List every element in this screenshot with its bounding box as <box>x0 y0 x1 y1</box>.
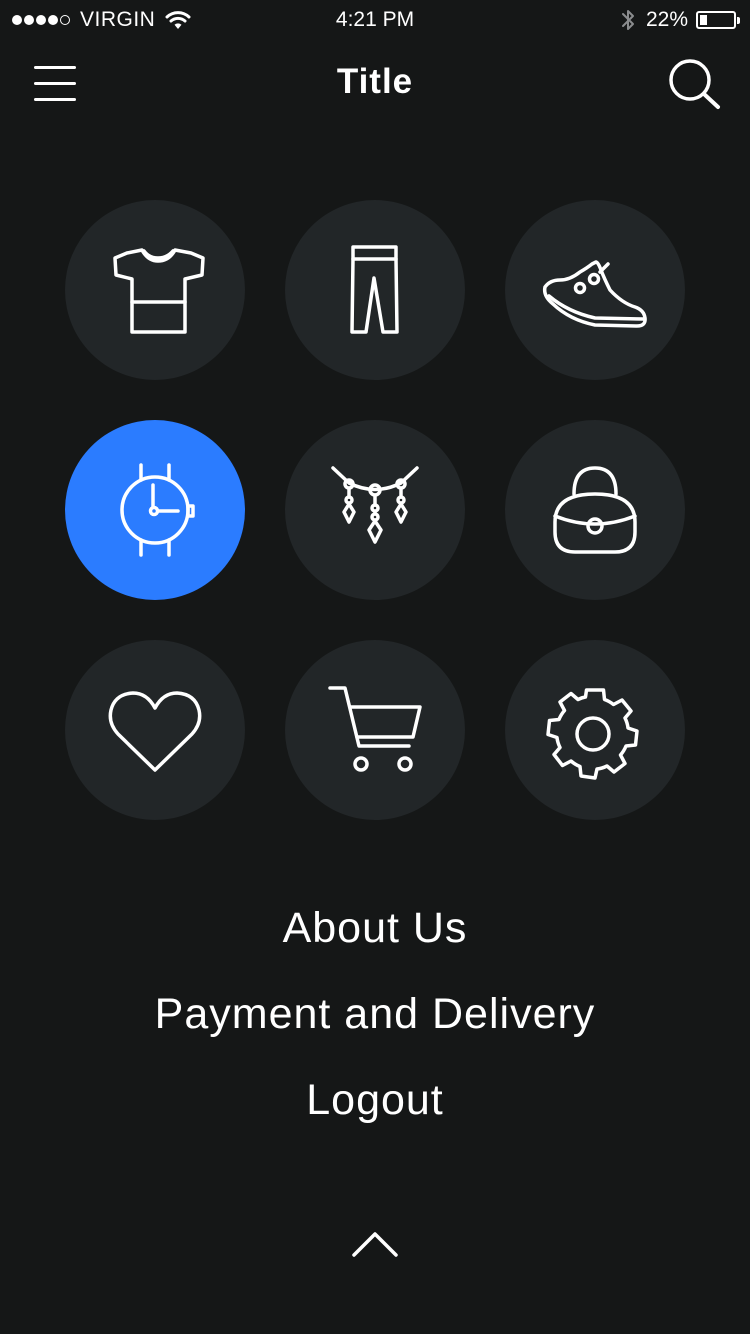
payment-delivery-link[interactable]: Payment and Delivery <box>0 982 750 1068</box>
cart-icon <box>328 686 422 772</box>
category-grid <box>0 0 750 820</box>
category-watches[interactable] <box>65 420 245 600</box>
category-jewelry[interactable] <box>285 420 465 600</box>
handbag-icon <box>553 466 637 554</box>
pants-icon <box>350 245 399 334</box>
category-settings[interactable] <box>505 640 685 820</box>
category-shoes[interactable] <box>505 200 685 380</box>
category-bags[interactable] <box>505 420 685 600</box>
category-cart[interactable] <box>285 640 465 820</box>
category-favorites[interactable] <box>65 640 245 820</box>
tshirt-icon <box>113 248 205 334</box>
category-pants[interactable] <box>285 200 465 380</box>
category-tshirt[interactable] <box>65 200 245 380</box>
footer-links: About Us Payment and Delivery Logout <box>0 896 750 1154</box>
chevron-up-icon[interactable] <box>345 1222 405 1266</box>
about-us-link[interactable]: About Us <box>0 896 750 982</box>
heart-icon <box>108 691 202 772</box>
sneaker-icon <box>542 260 647 328</box>
logout-link[interactable]: Logout <box>0 1068 750 1154</box>
gear-icon <box>546 688 639 780</box>
necklace-icon <box>331 466 419 544</box>
watch-icon <box>120 463 195 557</box>
